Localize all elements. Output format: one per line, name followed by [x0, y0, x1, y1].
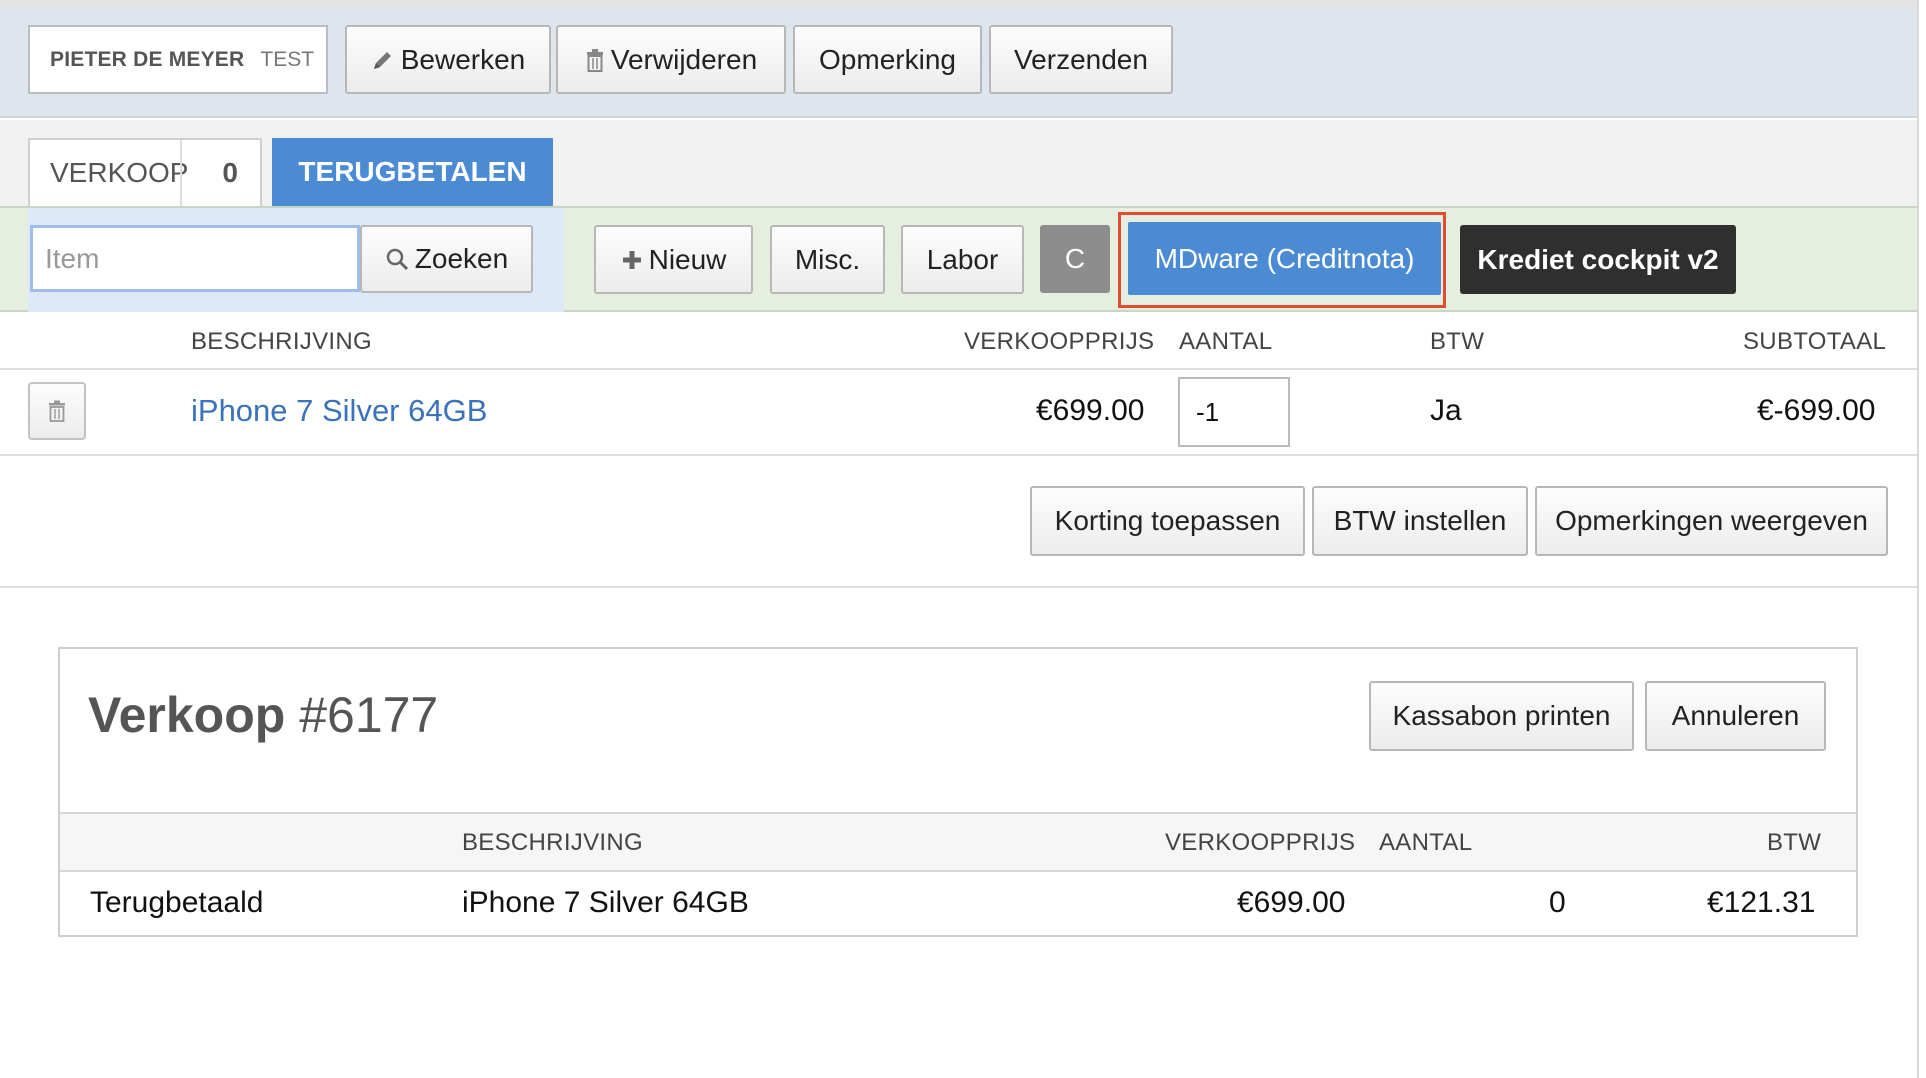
print-receipt-label: Kassabon printen — [1392, 700, 1611, 731]
customer-name: PIETER DE MEYER — [50, 47, 245, 71]
sale-col-vat: BTW — [1767, 829, 1822, 856]
col-vat: BTW — [1430, 328, 1485, 355]
row-divider — [0, 454, 1917, 456]
sale-table-header — [60, 812, 1856, 872]
pencil-icon — [371, 48, 395, 72]
tab-sale[interactable]: VERKOOP 0 — [28, 138, 262, 206]
tab-sale-count: 0 — [222, 157, 238, 188]
scrollbar-edge — [1917, 0, 1926, 1078]
show-remarks-button[interactable]: Opmerkingen weergeven — [1535, 486, 1888, 556]
sale-col-description: BESCHRIJVING — [462, 829, 643, 856]
line-item-quantity-input[interactable] — [1178, 377, 1290, 447]
sale-col-quantity: AANTAL — [1379, 829, 1473, 856]
c-button[interactable]: C — [1040, 225, 1110, 293]
print-receipt-button[interactable]: Kassabon printen — [1369, 681, 1634, 751]
sale-col-price: VERKOOPPRIJS — [1165, 829, 1356, 856]
customer-selector[interactable]: PIETER DE MEYER TEST — [28, 25, 328, 94]
send-button-label: Verzenden — [1014, 43, 1148, 75]
sale-title: Verkoop #6177 — [88, 686, 438, 744]
sale-row-description: iPhone 7 Silver 64GB — [462, 886, 749, 919]
sale-row-vat: €121.31 — [1707, 886, 1816, 919]
labor-button[interactable]: Labor — [901, 225, 1024, 294]
pos-screen: PIETER DE MEYER TEST Bewerken Verwijdere… — [0, 0, 1926, 1078]
tab-refund[interactable]: TERUGBETALEN — [272, 138, 553, 206]
search-icon — [385, 247, 409, 271]
col-description: BESCHRIJVING — [191, 328, 372, 355]
line-item-price: €699.00 — [1036, 394, 1145, 427]
trash-icon — [585, 48, 605, 72]
tab-sale-label: VERKOOP — [50, 157, 189, 188]
plus-icon — [621, 249, 643, 271]
section-divider — [0, 586, 1917, 588]
top-border — [0, 0, 1917, 8]
remove-line-button[interactable] — [28, 382, 86, 440]
new-item-label: Nieuw — [648, 243, 727, 275]
line-item-subtotal: €-699.00 — [1757, 394, 1876, 427]
edit-button-label: Bewerken — [400, 43, 526, 75]
send-button[interactable]: Verzenden — [989, 25, 1173, 94]
col-quantity: AANTAL — [1179, 328, 1273, 355]
mdware-creditnota-button[interactable]: MDware (Creditnota) — [1128, 222, 1441, 295]
labor-button-label: Labor — [926, 243, 999, 275]
misc-button[interactable]: Misc. — [770, 225, 885, 294]
delete-button[interactable]: Verwijderen — [556, 25, 786, 94]
line-item-vat: Ja — [1430, 394, 1462, 427]
cancel-button[interactable]: Annuleren — [1645, 681, 1826, 751]
col-subtotal: SUBTOTAAL — [1743, 328, 1887, 355]
customer-tag: TEST — [260, 47, 315, 71]
sale-row-status: Terugbetaald — [90, 886, 264, 919]
row-divider — [0, 368, 1917, 370]
search-button-label: Zoeken — [414, 243, 509, 274]
cancel-button-label: Annuleren — [1671, 700, 1800, 731]
apply-discount-label: Korting toepassen — [1054, 505, 1281, 536]
edit-button[interactable]: Bewerken — [345, 25, 551, 94]
remark-button-label: Opmerking — [819, 43, 956, 75]
misc-button-label: Misc. — [794, 243, 861, 275]
item-search-input[interactable] — [30, 225, 360, 292]
delete-button-label: Verwijderen — [610, 43, 758, 75]
show-remarks-label: Opmerkingen weergeven — [1555, 505, 1868, 536]
col-price: VERKOOPPRIJS — [964, 328, 1155, 355]
new-item-button[interactable]: Nieuw — [594, 225, 753, 294]
search-button[interactable]: Zoeken — [360, 225, 533, 293]
sale-row-price: €699.00 — [1237, 886, 1346, 919]
apply-discount-button[interactable]: Korting toepassen — [1030, 486, 1305, 556]
sale-title-prefix: Verkoop — [88, 687, 286, 743]
sale-row-quantity: 0 — [1549, 886, 1566, 919]
remark-button[interactable]: Opmerking — [793, 25, 982, 94]
line-item-link[interactable]: iPhone 7 Silver 64GB — [191, 393, 487, 429]
set-vat-label: BTW instellen — [1333, 505, 1507, 536]
trash-icon — [47, 399, 67, 423]
sale-number: #6177 — [299, 687, 439, 743]
tab-divider — [180, 140, 182, 206]
krediet-cockpit-button[interactable]: Krediet cockpit v2 — [1460, 225, 1736, 294]
set-vat-button[interactable]: BTW instellen — [1312, 486, 1528, 556]
